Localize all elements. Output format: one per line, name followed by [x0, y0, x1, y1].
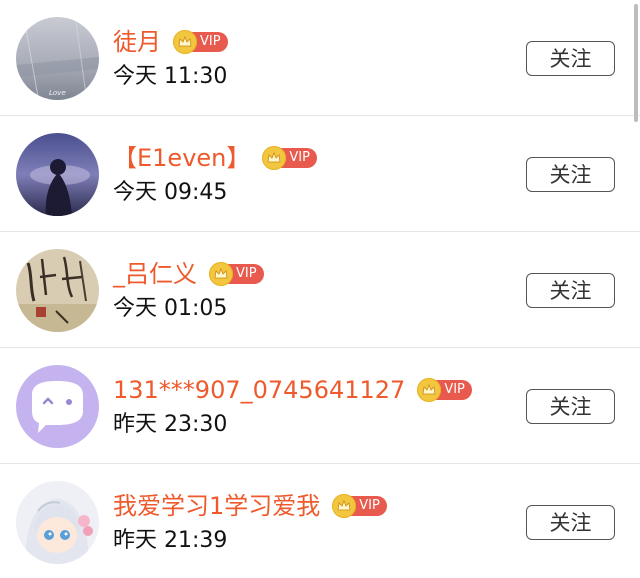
user-name[interactable]: _吕仁义 — [113, 258, 197, 290]
follow-button[interactable]: 关注 — [526, 505, 615, 540]
user-name[interactable]: 131***907_0745641127 — [113, 374, 405, 406]
list-item[interactable]: 131***907_0745641127 VIP 昨天 23:30 关注 — [0, 348, 640, 464]
follow-time: 昨天 21:39 — [113, 528, 228, 553]
list-item[interactable]: _吕仁义 VIP 今天 01:05 关注 — [0, 232, 640, 348]
follow-button[interactable]: 关注 — [526, 389, 615, 424]
avatar-image — [16, 365, 99, 448]
avatar-image — [16, 481, 99, 564]
avatar-image — [16, 249, 99, 332]
user-name[interactable]: 【E1even】 — [113, 142, 250, 174]
follow-time: 今天 09:45 — [113, 180, 228, 205]
list-item[interactable]: Love 徒月 VIP 今天 11:30 关注 — [0, 0, 640, 116]
avatar[interactable]: Love — [16, 17, 99, 100]
follow-time: 今天 01:05 — [113, 296, 228, 321]
list-item[interactable]: 我爱学习1学习爱我 VIP 昨天 21:39 关注 — [0, 464, 640, 578]
avatar[interactable] — [16, 249, 99, 332]
follow-button[interactable]: 关注 — [526, 41, 615, 76]
vip-badge: VIP — [262, 146, 317, 170]
follower-list: Love 徒月 VIP 今天 11:30 关注 【E1even】 VIP 今天 … — [0, 0, 640, 578]
avatar[interactable] — [16, 365, 99, 448]
avatar-image: Love — [16, 17, 99, 100]
user-name[interactable]: 徒月 — [113, 26, 161, 58]
avatar[interactable] — [16, 133, 99, 216]
vip-badge: VIP — [417, 378, 472, 402]
follow-button[interactable]: 关注 — [526, 157, 615, 192]
user-name[interactable]: 我爱学习1学习爱我 — [113, 490, 320, 522]
follow-button[interactable]: 关注 — [526, 273, 615, 308]
follow-time: 昨天 23:30 — [113, 412, 228, 437]
avatar-image — [16, 133, 99, 216]
crown-icon — [173, 30, 197, 54]
avatar[interactable] — [16, 481, 99, 564]
vip-badge: VIP — [332, 494, 387, 518]
list-item[interactable]: 【E1even】 VIP 今天 09:45 关注 — [0, 116, 640, 232]
vip-badge: VIP — [173, 30, 228, 54]
scrollbar[interactable] — [634, 4, 638, 122]
vip-badge: VIP — [209, 262, 264, 286]
svg-text:Love: Love — [49, 89, 66, 97]
crown-icon — [209, 262, 233, 286]
follow-time: 今天 11:30 — [113, 64, 228, 89]
